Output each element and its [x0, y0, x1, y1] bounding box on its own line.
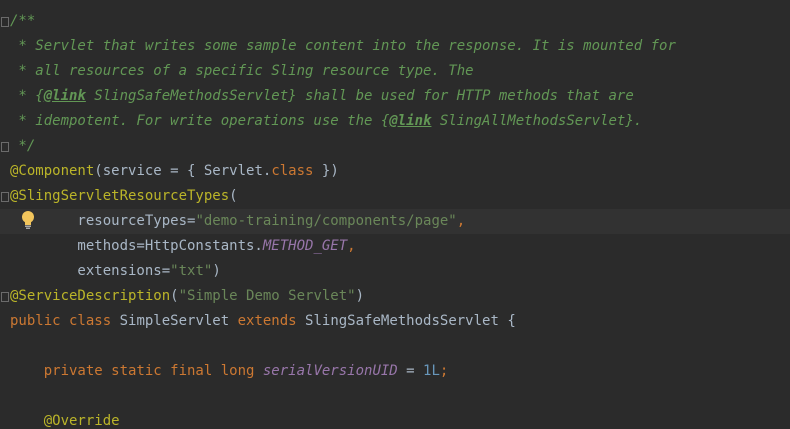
- code-token: "txt": [170, 263, 213, 279]
- code-token: }): [313, 163, 339, 179]
- code-token: METHOD_GET: [262, 238, 348, 254]
- code-line[interactable]: resourceTypes="demo-training/components/…: [0, 209, 790, 234]
- code-token: ,: [347, 238, 356, 254]
- code-line[interactable]: @Component(service = { Servlet.class }): [0, 159, 790, 184]
- code-token: @ServiceDescription: [10, 288, 171, 304]
- code-token: extends: [237, 313, 297, 329]
- code-token: @Component: [10, 163, 95, 179]
- code-line[interactable]: methods=HttpConstants.METHOD_GET,: [0, 234, 790, 259]
- fold-marker-icon[interactable]: [1, 17, 9, 27]
- code-token: private static final long: [10, 363, 255, 379]
- code-line[interactable]: @Override: [0, 409, 790, 429]
- code-token: ,: [456, 213, 466, 229]
- code-line[interactable]: * all resources of a specific Sling reso…: [0, 59, 790, 84]
- code-line[interactable]: @SlingServletResourceTypes(: [0, 184, 790, 209]
- code-line[interactable]: private static final long serialVersionU…: [0, 359, 790, 384]
- code-token: (: [170, 288, 179, 304]
- code-token: @link: [389, 113, 432, 129]
- code-token: extensions=: [10, 263, 171, 279]
- code-text: private static final long serialVersionU…: [10, 359, 449, 384]
- code-token: ;: [439, 363, 449, 379]
- code-token: "Simple Demo Servlet": [178, 288, 356, 304]
- code-text: * all resources of a specific Sling reso…: [10, 59, 474, 84]
- code-token: (: [229, 188, 238, 204]
- code-line[interactable]: /**: [0, 9, 790, 34]
- code-token: 1L: [423, 363, 440, 379]
- code-token: * all resources of a specific Sling reso…: [10, 63, 474, 79]
- code-text: @ServiceDescription("Simple Demo Servlet…: [10, 284, 364, 309]
- code-line[interactable]: @ServiceDescription("Simple Demo Servlet…: [0, 284, 790, 309]
- code-token: SlingSafeMethodsServlet} shall be used f…: [85, 88, 634, 104]
- code-line[interactable]: * idempotent. For write operations use t…: [0, 109, 790, 134]
- fold-marker-icon[interactable]: [1, 142, 9, 152]
- code-token: methods=HttpConstants.: [10, 238, 263, 254]
- code-token: ): [212, 263, 221, 279]
- code-line[interactable]: * Servlet that writes some sample conten…: [0, 34, 790, 59]
- code-token: SimpleServlet: [111, 313, 238, 329]
- code-text: @Component(service = { Servlet.class }): [10, 159, 339, 184]
- code-editor[interactable]: @Override private static final long seri…: [0, 0, 790, 429]
- code-text: resourceTypes="demo-training/components/…: [10, 209, 465, 234]
- code-token: resourceTypes=: [10, 213, 196, 229]
- fold-marker-icon[interactable]: [1, 292, 9, 302]
- code-line[interactable]: * {@link SlingSafeMethodsServlet} shall …: [0, 84, 790, 109]
- code-token: SlingAllMethodsServlet}.: [431, 113, 643, 129]
- lightbulb-icon[interactable]: [20, 210, 36, 230]
- code-token: =: [397, 363, 424, 379]
- code-text: /**: [10, 9, 35, 34]
- code-token: serialVersionUID: [262, 363, 398, 379]
- code-text: methods=HttpConstants.METHOD_GET,: [10, 234, 356, 259]
- fold-marker-icon[interactable]: [1, 192, 9, 202]
- code-token: */: [10, 138, 36, 154]
- code-token: (service = { Servlet.: [94, 163, 272, 179]
- code-token: SlingSafeMethodsServlet {: [296, 313, 516, 329]
- code-line[interactable]: public class SimpleServlet extends Sling…: [0, 309, 790, 334]
- code-text: */: [10, 134, 35, 159]
- code-token: class: [271, 163, 314, 179]
- code-token: /**: [10, 13, 36, 29]
- code-text: extensions="txt"): [10, 259, 221, 284]
- code-text: * Servlet that writes some sample conten…: [10, 34, 676, 59]
- code-token: "demo-training/components/page": [195, 213, 457, 229]
- code-token: * idempotent. For write operations use t…: [10, 113, 390, 129]
- code-text: public class SimpleServlet extends Sling…: [10, 309, 516, 334]
- code-token: * Servlet that writes some sample conten…: [10, 38, 676, 54]
- code-token: @SlingServletResourceTypes: [10, 188, 230, 204]
- code-line[interactable]: */: [0, 134, 790, 159]
- code-text: @Override: [10, 409, 120, 429]
- code-token: * {: [10, 88, 44, 104]
- code-line[interactable]: extensions="txt"): [0, 259, 790, 284]
- code-text: @SlingServletResourceTypes(: [10, 184, 238, 209]
- code-text: * idempotent. For write operations use t…: [10, 109, 642, 134]
- code-token: public class: [10, 313, 112, 329]
- code-token: @Override: [10, 413, 120, 429]
- code-text: * {@link SlingSafeMethodsServlet} shall …: [10, 84, 634, 109]
- code-token: ): [355, 288, 365, 304]
- code-line[interactable]: [0, 334, 790, 359]
- code-token: @link: [43, 88, 86, 104]
- code-line[interactable]: [0, 384, 790, 409]
